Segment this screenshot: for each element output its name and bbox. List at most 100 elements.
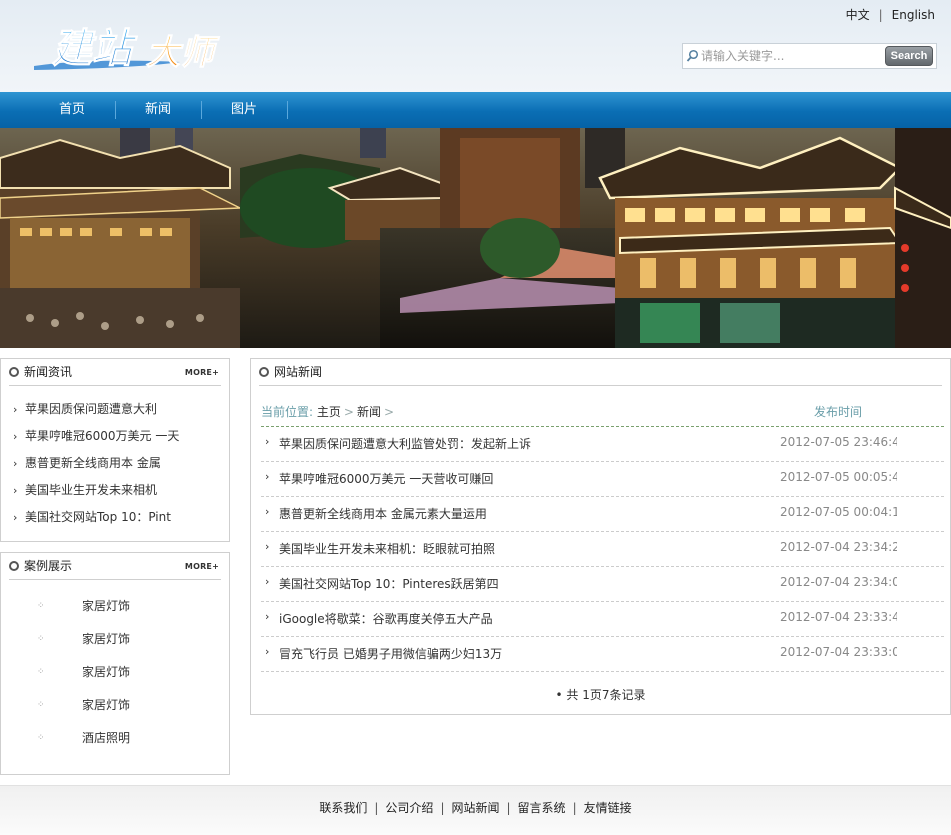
- bullet-icon: ⁘: [37, 700, 45, 710]
- article-title[interactable]: 冒充飞行员 已婚男子用微信骗两少妇13万: [279, 645, 502, 662]
- footer-separator: |: [572, 801, 577, 815]
- divider: [9, 385, 221, 386]
- footer-link-about[interactable]: 公司介绍: [385, 801, 433, 815]
- footer-link-contact[interactable]: 联系我们: [319, 801, 367, 815]
- footer: 联系我们 | 公司介绍 | 网站新闻 | 留言系统 | 友情链接: [0, 785, 951, 835]
- bullet-icon: ⁘: [37, 667, 45, 677]
- lang-separator: |: [878, 8, 883, 22]
- banner-image: [0, 128, 951, 348]
- bullet-icon: ⁘: [37, 601, 45, 611]
- list-item[interactable]: › 苹果因质保问题遭意大利: [13, 399, 223, 426]
- news-more-link[interactable]: MORE+: [185, 368, 219, 377]
- footer-separator: |: [374, 801, 379, 815]
- header: 建站 大师 中文 | English Search: [0, 0, 951, 92]
- article-date: 2012-07-04 23:34:26: [780, 540, 897, 554]
- table-row[interactable]: › 冒充飞行员 已婚男子用微信骗两少妇13万 2012-07-04 23:33:…: [261, 637, 944, 672]
- cases-more-link[interactable]: MORE+: [185, 562, 219, 571]
- article-title[interactable]: 美国毕业生开发未来相机：眨眼就可拍照: [279, 540, 495, 557]
- article-title[interactable]: 苹果哼唯冠6000万美元 一天营收可赚回: [279, 470, 493, 487]
- list-item[interactable]: ⁘ 家居灯饰: [37, 630, 217, 663]
- article-date: 2012-07-05 00:05:45: [780, 470, 897, 484]
- divider: [9, 579, 221, 580]
- cases-sidebar-box: 案例展示 MORE+ ⁘ 家居灯饰 ⁘ 家居灯饰 ⁘ 家居灯饰 ⁘ 家居灯饰 ⁘ 酒店照明: [0, 552, 230, 775]
- footer-separator: |: [440, 801, 445, 815]
- chevron-right-icon: ›: [265, 435, 270, 448]
- main-news-box: 网站新闻 当前位置: 主页 > 新闻 > 发布时间 › 苹果因质保问题遭意大利监管处罚…: [250, 358, 951, 715]
- list-item-label: 惠普更新全线商用本 金属: [25, 456, 161, 470]
- lang-en-link[interactable]: English: [892, 8, 935, 22]
- list-item[interactable]: › 美国毕业生开发未来相机: [13, 480, 223, 507]
- chevron-right-icon: ›: [265, 505, 270, 518]
- article-list: › 苹果因质保问题遭意大利监管处罚：发起新上诉 2012-07-05 23:46…: [261, 427, 944, 672]
- chevron-right-icon: ›: [265, 610, 270, 623]
- table-row[interactable]: › iGoogle将歇菜：谷歌再度关停五大产品 2012-07-04 23:33…: [261, 602, 944, 637]
- chevron-right-icon: ›: [13, 457, 18, 470]
- language-switch: 中文 | English: [846, 6, 935, 23]
- search-icon: [686, 49, 699, 62]
- list-item-label: 苹果哼唯冠6000万美元 一天: [25, 429, 180, 443]
- breadcrumb-separator: >: [343, 405, 354, 419]
- breadcrumb-separator: >: [383, 405, 395, 419]
- divider: [259, 385, 942, 386]
- bullet-icon: ⁘: [37, 733, 45, 743]
- table-row[interactable]: › 美国社交网站Top 10：Pinteres跃居第四 2012-07-04 2…: [261, 567, 944, 602]
- pagination-text: 共 1页7条记录: [566, 688, 646, 702]
- footer-link-friends[interactable]: 友情链接: [584, 801, 632, 815]
- chevron-right-icon: ›: [265, 645, 270, 658]
- list-item[interactable]: › 惠普更新全线商用本 金属: [13, 453, 223, 480]
- nav-item-home[interactable]: 首页: [30, 92, 114, 128]
- table-row[interactable]: › 美国毕业生开发未来相机：眨眼就可拍照 2012-07-04 23:34:26: [261, 532, 944, 567]
- list-item[interactable]: ⁘ 家居灯饰: [37, 663, 217, 696]
- breadcrumb: 当前位置: 主页 > 新闻 >: [261, 403, 397, 420]
- list-item-label: 苹果因质保问题遭意大利: [25, 402, 158, 416]
- article-date: 2012-07-05 00:04:16: [780, 505, 897, 519]
- nav-item-pictures[interactable]: 图片: [202, 92, 286, 128]
- list-item-label: 家居灯饰: [82, 665, 131, 679]
- article-date: 2012-07-04 23:34:05: [780, 575, 897, 589]
- article-title[interactable]: 惠普更新全线商用本 金属元素大量运用: [279, 505, 487, 522]
- search-button[interactable]: Search: [885, 46, 933, 66]
- news-sidebar-title: 新闻资讯: [24, 365, 73, 379]
- chevron-right-icon: ›: [265, 470, 270, 483]
- pagination: • 共 1页7条记录: [251, 686, 950, 703]
- search-input[interactable]: [701, 47, 861, 65]
- cases-sidebar-title: 案例展示: [24, 559, 73, 573]
- list-item[interactable]: ⁘ 家居灯饰: [37, 696, 217, 729]
- list-item-label: 美国毕业生开发未来相机: [25, 483, 158, 497]
- breadcrumb-home[interactable]: 主页: [317, 405, 341, 419]
- table-row[interactable]: › 苹果哼唯冠6000万美元 一天营收可赚回 2012-07-05 00:05:…: [261, 462, 944, 497]
- list-item[interactable]: ⁘ 家居灯饰: [37, 597, 217, 630]
- article-date: 2012-07-04 23:33:02: [780, 645, 897, 659]
- list-item-label: 美国社交网站Top 10：Pint: [25, 510, 171, 524]
- article-title[interactable]: 苹果因质保问题遭意大利监管处罚：发起新上诉: [279, 435, 531, 452]
- footer-link-news[interactable]: 网站新闻: [451, 801, 499, 815]
- footer-links: 联系我们 | 公司介绍 | 网站新闻 | 留言系统 | 友情链接: [0, 799, 951, 816]
- news-sidebar-list: › 苹果因质保问题遭意大利 › 苹果哼唯冠6000万美元 一天 › 惠普更新全线商用本…: [13, 399, 223, 534]
- list-item[interactable]: › 美国社交网站Top 10：Pint: [13, 507, 223, 534]
- list-item[interactable]: › 苹果哼唯冠6000万美元 一天: [13, 426, 223, 453]
- chevron-right-icon: ›: [13, 403, 18, 416]
- list-item-label: 家居灯饰: [82, 599, 131, 613]
- table-row[interactable]: › 惠普更新全线商用本 金属元素大量运用 2012-07-05 00:04:16: [261, 497, 944, 532]
- site-logo[interactable]: 建站 大师: [30, 12, 240, 80]
- main-nav: 首页 新闻 图片: [0, 92, 951, 128]
- date-column-header: 发布时间: [814, 405, 863, 419]
- chevron-right-icon: ›: [13, 511, 18, 524]
- lang-zh-link[interactable]: 中文: [846, 6, 870, 23]
- list-item-label: 酒店照明: [82, 731, 131, 745]
- article-title[interactable]: iGoogle将歇菜：谷歌再度关停五大产品: [279, 610, 493, 627]
- list-item[interactable]: ⁘ 酒店照明: [37, 729, 217, 762]
- article-title[interactable]: 美国社交网站Top 10：Pinteres跃居第四: [279, 575, 499, 592]
- search-box: Search: [682, 43, 937, 69]
- chevron-right-icon: ›: [13, 484, 18, 497]
- svg-text:大师: 大师: [146, 33, 220, 73]
- breadcrumb-current[interactable]: 新闻: [357, 405, 381, 419]
- article-date: 2012-07-05 23:46:44: [780, 435, 897, 449]
- footer-link-guestbook[interactable]: 留言系统: [518, 801, 566, 815]
- bullet-icon: •: [555, 688, 563, 702]
- chevron-right-icon: ›: [265, 575, 270, 588]
- nav-item-news[interactable]: 新闻: [116, 92, 200, 128]
- bullet-icon: ⁘: [37, 634, 45, 644]
- table-row[interactable]: › 苹果因质保问题遭意大利监管处罚：发起新上诉 2012-07-05 23:46…: [261, 427, 944, 462]
- main-news-title: 网站新闻: [274, 365, 323, 379]
